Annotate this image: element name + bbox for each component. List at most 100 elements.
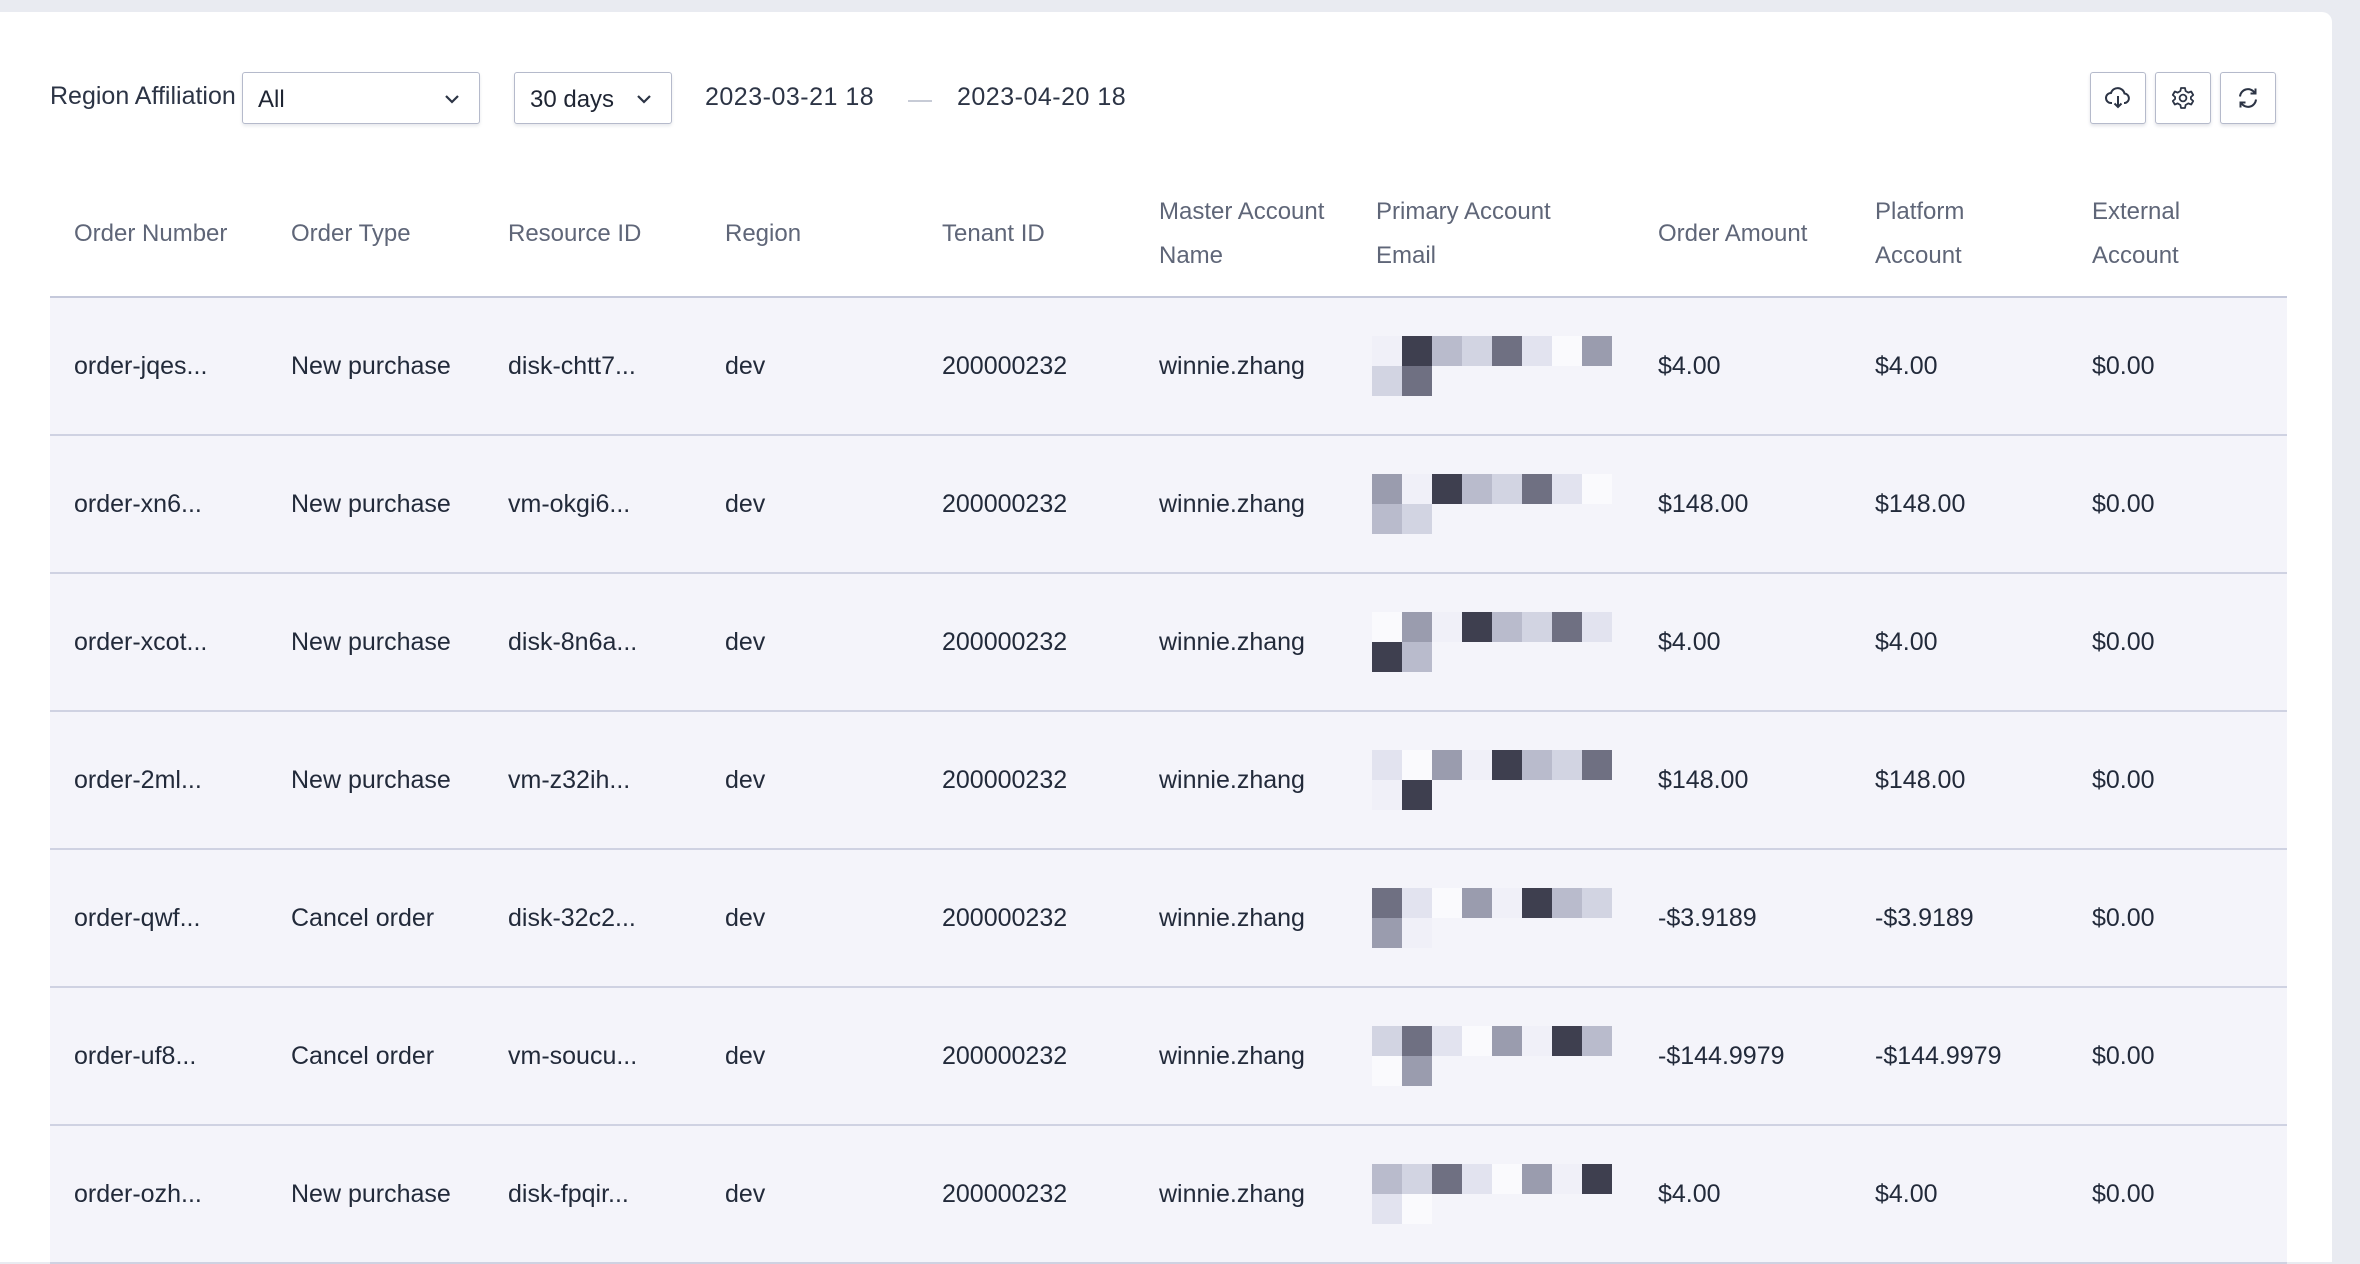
master-account-name-cell: winnie.zhang xyxy=(1159,627,1305,656)
filter-toolbar: Region Affiliation All 30 days 2023-03-2… xyxy=(50,70,2282,130)
header-external-account[interactable]: External Account xyxy=(2092,172,2232,296)
order-type-cell: New purchase xyxy=(291,489,451,518)
tenant-id-cell: 200000232 xyxy=(942,903,1068,932)
table-row[interactable]: order-xcot... New purchase disk-8n6a... dev… xyxy=(50,574,2287,712)
external-account-cell: $0.00 xyxy=(2092,765,2155,794)
order-amount-cell: $148.00 xyxy=(1658,489,1749,518)
header-resource-id[interactable]: Resource ID xyxy=(508,172,708,296)
tenant-id-cell: 200000232 xyxy=(942,1041,1068,1070)
chevron-down-icon xyxy=(637,95,651,104)
external-account-cell: $0.00 xyxy=(2092,351,2155,380)
date-end[interactable]: 2023-04-20 18 xyxy=(957,83,1126,112)
resource-id-cell[interactable]: vm-soucu... xyxy=(508,988,637,1124)
header-platform-account[interactable]: Platform Account xyxy=(1875,172,2015,296)
platform-account-cell: -$144.9979 xyxy=(1875,1041,2002,1070)
download-button[interactable] xyxy=(2090,72,2146,124)
order-number-cell[interactable]: order-uf8... xyxy=(74,988,196,1124)
redacted-email-pixels xyxy=(1372,750,1612,812)
period-select-value: 30 days xyxy=(530,86,615,113)
external-account-cell: $0.00 xyxy=(2092,627,2155,656)
table-row[interactable]: order-uf8... Cancel order vm-soucu... dev 20… xyxy=(50,988,2287,1126)
redacted-email-pixels xyxy=(1372,474,1612,536)
orders-table: Order Number Order Type Resource ID Regi… xyxy=(50,172,2287,1264)
order-amount-cell: $4.00 xyxy=(1658,627,1721,656)
order-type-cell: New purchase xyxy=(291,1179,451,1208)
order-number-cell[interactable]: order-jqes... xyxy=(74,298,207,434)
header-tenant-id[interactable]: Tenant ID xyxy=(942,172,1142,296)
date-start[interactable]: 2023-03-21 18 xyxy=(705,83,874,112)
table-header: Order Number Order Type Resource ID Regi… xyxy=(50,172,2287,298)
tenant-id-cell: 200000232 xyxy=(942,489,1068,518)
region-select-value: All xyxy=(258,86,285,113)
platform-account-cell: $4.00 xyxy=(1875,1179,1938,1208)
order-number-cell[interactable]: order-2ml... xyxy=(74,712,202,848)
resource-id-cell[interactable]: disk-32c2... xyxy=(508,850,636,986)
refresh-button[interactable] xyxy=(2220,72,2276,124)
resource-id-cell[interactable]: disk-fpqir... xyxy=(508,1126,629,1262)
chevron-down-icon xyxy=(445,95,459,104)
external-account-cell: $0.00 xyxy=(2092,489,2155,518)
header-master-account-name[interactable]: Master Account Name xyxy=(1159,172,1349,296)
tenant-id-cell: 200000232 xyxy=(942,1179,1068,1208)
region-cell: dev xyxy=(725,903,766,932)
platform-account-cell: $4.00 xyxy=(1875,627,1938,656)
header-order-number[interactable]: Order Number xyxy=(74,172,274,296)
header-primary-account-email[interactable]: Primary Account Email xyxy=(1376,172,1596,296)
order-number-cell[interactable]: order-xn6... xyxy=(74,436,202,572)
refresh-icon xyxy=(2239,88,2257,108)
order-type-cell: Cancel order xyxy=(291,903,435,932)
header-order-type[interactable]: Order Type xyxy=(291,172,491,296)
platform-account-cell: $148.00 xyxy=(1875,489,1966,518)
resource-id-cell[interactable]: disk-8n6a... xyxy=(508,574,637,710)
order-amount-cell: $4.00 xyxy=(1658,1179,1721,1208)
region-cell: dev xyxy=(725,489,766,518)
region-cell: dev xyxy=(725,351,766,380)
table-row[interactable]: order-xn6... New purchase vm-okgi6... dev 20… xyxy=(50,436,2287,574)
master-account-name-cell: winnie.zhang xyxy=(1159,765,1305,794)
platform-account-cell: $4.00 xyxy=(1875,351,1938,380)
resource-id-cell[interactable]: vm-okgi6... xyxy=(508,436,630,572)
redacted-email-pixels xyxy=(1372,612,1612,674)
table-row[interactable]: order-2ml... New purchase vm-z32ih... dev 20… xyxy=(50,712,2287,850)
tenant-id-cell: 200000232 xyxy=(942,627,1068,656)
order-amount-cell: -$3.9189 xyxy=(1658,903,1757,932)
master-account-name-cell: winnie.zhang xyxy=(1159,489,1305,518)
order-number-cell[interactable]: order-qwf... xyxy=(74,850,200,986)
gear-icon xyxy=(2171,87,2195,109)
master-account-name-cell: winnie.zhang xyxy=(1159,351,1305,380)
external-account-cell: $0.00 xyxy=(2092,1179,2155,1208)
order-amount-cell: $4.00 xyxy=(1658,351,1721,380)
orders-panel: Region Affiliation All 30 days 2023-03-2… xyxy=(0,12,2332,1264)
order-type-cell: New purchase xyxy=(291,351,451,380)
table-row[interactable]: order-jqes... New purchase disk-chtt7... de… xyxy=(50,298,2287,436)
master-account-name-cell: winnie.zhang xyxy=(1159,1041,1305,1070)
region-cell: dev xyxy=(725,1041,766,1070)
redacted-email-pixels xyxy=(1372,336,1612,398)
order-number-cell[interactable]: order-ozh... xyxy=(74,1126,202,1262)
order-type-cell: New purchase xyxy=(291,627,451,656)
tenant-id-cell: 200000232 xyxy=(942,765,1068,794)
tenant-id-cell: 200000232 xyxy=(942,351,1068,380)
external-account-cell: $0.00 xyxy=(2092,903,2155,932)
redacted-email-pixels xyxy=(1372,1164,1612,1226)
redacted-email-pixels xyxy=(1372,1026,1612,1088)
master-account-name-cell: winnie.zhang xyxy=(1159,1179,1305,1208)
master-account-name-cell: winnie.zhang xyxy=(1159,903,1305,932)
external-account-cell: $0.00 xyxy=(2092,1041,2155,1070)
table-row[interactable]: order-ozh... New purchase disk-fpqir... dev… xyxy=(50,1126,2287,1264)
period-select[interactable]: 30 days xyxy=(514,72,672,124)
region-affiliation-label: Region Affiliation xyxy=(50,82,236,110)
settings-button[interactable] xyxy=(2155,72,2211,124)
order-type-cell: New purchase xyxy=(291,765,451,794)
region-cell: dev xyxy=(725,627,766,656)
platform-account-cell: $148.00 xyxy=(1875,765,1966,794)
order-number-cell[interactable]: order-xcot... xyxy=(74,574,207,710)
redacted-email-pixels xyxy=(1372,888,1612,950)
resource-id-cell[interactable]: vm-z32ih... xyxy=(508,712,630,848)
header-order-amount[interactable]: Order Amount xyxy=(1658,172,1858,296)
region-select[interactable]: All xyxy=(242,72,480,124)
region-cell: dev xyxy=(725,765,766,794)
table-row[interactable]: order-qwf... Cancel order disk-32c2... dev 2… xyxy=(50,850,2287,988)
resource-id-cell[interactable]: disk-chtt7... xyxy=(508,298,636,434)
header-region[interactable]: Region xyxy=(725,172,925,296)
